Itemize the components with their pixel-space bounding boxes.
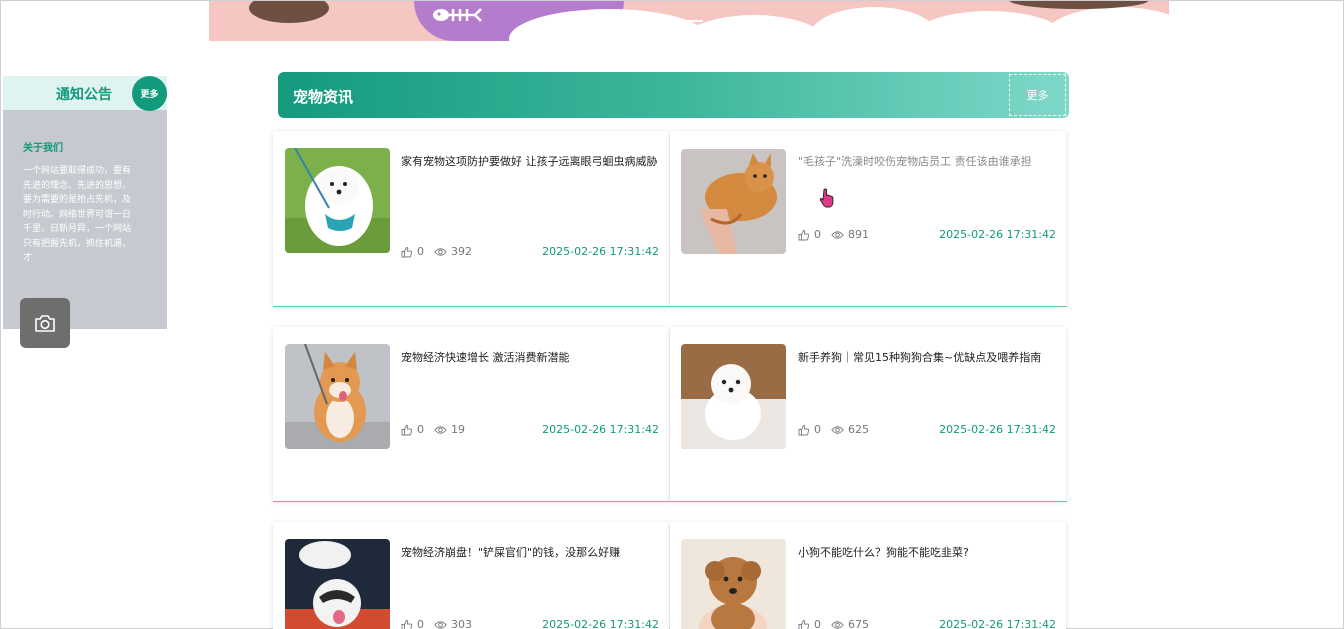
- news-title[interactable]: 新手养狗｜常见15种狗狗合集~优缺点及喂养指南: [798, 349, 1056, 366]
- shiba-thumbnail[interactable]: [285, 344, 390, 449]
- thumbs-up-icon[interactable]: [401, 246, 413, 258]
- news-date: 2025-02-26 17:31:42: [542, 423, 659, 436]
- like-count: 0: [417, 245, 424, 258]
- eye-icon: [831, 425, 844, 434]
- about-us-text: 一个网站要取得成功，要有先进的理念、先进的思想，要为需要的是抢占先机，及时行动。…: [23, 166, 132, 263]
- news-date: 2025-02-26 17:31:42: [939, 228, 1056, 241]
- thumbs-up-icon[interactable]: [798, 229, 810, 241]
- news-meta: 0 19: [401, 423, 465, 436]
- news-card[interactable]: 宠物经济快速增长 激活消费新潜能 0 19 2025-02-26 17:31:4…: [273, 327, 669, 501]
- news-title[interactable]: 宠物经济快速增长 激活消费新潜能: [401, 349, 659, 366]
- news-more-button[interactable]: 更多: [1009, 74, 1066, 116]
- news-title[interactable]: 小狗不能吃什么？狗能不能吃韭菜?: [798, 544, 1056, 561]
- news-title[interactable]: 宠物经济崩盘！"铲屎官们"的钱，没那么好赚: [401, 544, 659, 561]
- view-count: 625: [848, 423, 869, 436]
- news-section-title: 宠物资讯: [293, 88, 354, 106]
- top-banner: [209, 1, 1169, 41]
- view-count: 303: [451, 618, 472, 629]
- like-count: 0: [417, 423, 424, 436]
- news-card[interactable]: 宠物经济崩盘！"铲屎官们"的钱，没那么好赚 0 303 2025-02-26 1…: [273, 522, 669, 629]
- fish-bone-icon: [433, 8, 482, 22]
- row-divider: [273, 306, 1067, 307]
- eye-icon: [434, 620, 447, 629]
- news-title[interactable]: "毛孩子"洗澡时咬伤宠物店员工 责任该由谁承担: [798, 153, 1056, 170]
- camera-icon: [35, 315, 55, 332]
- news-meta: 0 891: [798, 228, 869, 241]
- view-count: 675: [848, 618, 869, 629]
- news-meta: 0 303: [401, 618, 472, 629]
- news-date: 2025-02-26 17:31:42: [542, 618, 659, 629]
- news-card[interactable]: "毛孩子"洗澡时咬伤宠物店员工 责任该由谁承担 0 891 2025-02-26…: [670, 131, 1066, 306]
- cat-thumbnail[interactable]: [681, 149, 786, 254]
- news-meta: 0 392: [401, 245, 472, 258]
- banner-cloud: [679, 15, 829, 41]
- camera-button[interactable]: [20, 298, 70, 348]
- like-count: 0: [814, 618, 821, 629]
- thumbs-up-icon[interactable]: [798, 424, 810, 436]
- news-meta: 0 675: [798, 618, 869, 629]
- eye-icon: [831, 620, 844, 629]
- like-count: 0: [814, 228, 821, 241]
- news-card[interactable]: 小狗不能吃什么？狗能不能吃韭菜? 0 675 2025-02-26 17:31:…: [670, 522, 1066, 629]
- thumbs-up-icon[interactable]: [798, 619, 810, 629]
- news-date: 2025-02-26 17:31:42: [939, 618, 1056, 629]
- view-count: 392: [451, 245, 472, 258]
- news-date: 2025-02-26 17:31:42: [542, 245, 659, 258]
- banner-bowl-decoration: [249, 1, 329, 23]
- like-count: 0: [814, 423, 821, 436]
- view-count: 891: [848, 228, 869, 241]
- thumbs-up-icon[interactable]: [401, 619, 413, 629]
- notice-header: 通知公告 更多: [3, 76, 167, 111]
- white-puppy-thumbnail[interactable]: [681, 344, 786, 449]
- banner-cloud: [1044, 7, 1169, 41]
- view-count: 19: [451, 423, 465, 436]
- eye-icon: [434, 425, 447, 434]
- row-divider: [273, 501, 1067, 502]
- hand-cursor-icon: [819, 188, 834, 208]
- news-date: 2025-02-26 17:31:42: [939, 423, 1056, 436]
- news-card[interactable]: 新手养狗｜常见15种狗狗合集~优缺点及喂养指南 0 625 2025-02-26…: [670, 327, 1066, 501]
- notice-title: 通知公告: [56, 87, 112, 103]
- news-title[interactable]: 家有宠物这项防护要做好 让孩子远离眼弓蛔虫病威胁: [401, 153, 659, 170]
- news-meta: 0 625: [798, 423, 869, 436]
- pomeranian-thumbnail[interactable]: [285, 148, 390, 253]
- poodle-thumbnail[interactable]: [681, 539, 786, 629]
- like-count: 0: [417, 618, 424, 629]
- news-card[interactable]: 家有宠物这项防护要做好 让孩子远离眼弓蛔虫病威胁 0 392 2025-02-2…: [273, 131, 669, 306]
- eye-icon: [831, 230, 844, 239]
- about-us-title[interactable]: 关于我们: [23, 139, 63, 154]
- news-section-header: 宠物资讯 更多: [278, 72, 1069, 118]
- notice-panel: 通知公告 更多 关于我们 一个网站要取得成功，要有先进的理念、先进的思想，要为需…: [3, 76, 167, 329]
- notice-more-button[interactable]: 更多: [132, 76, 167, 111]
- dog-in-hat-thumbnail[interactable]: [285, 539, 390, 629]
- eye-icon: [434, 247, 447, 256]
- thumbs-up-icon[interactable]: [401, 424, 413, 436]
